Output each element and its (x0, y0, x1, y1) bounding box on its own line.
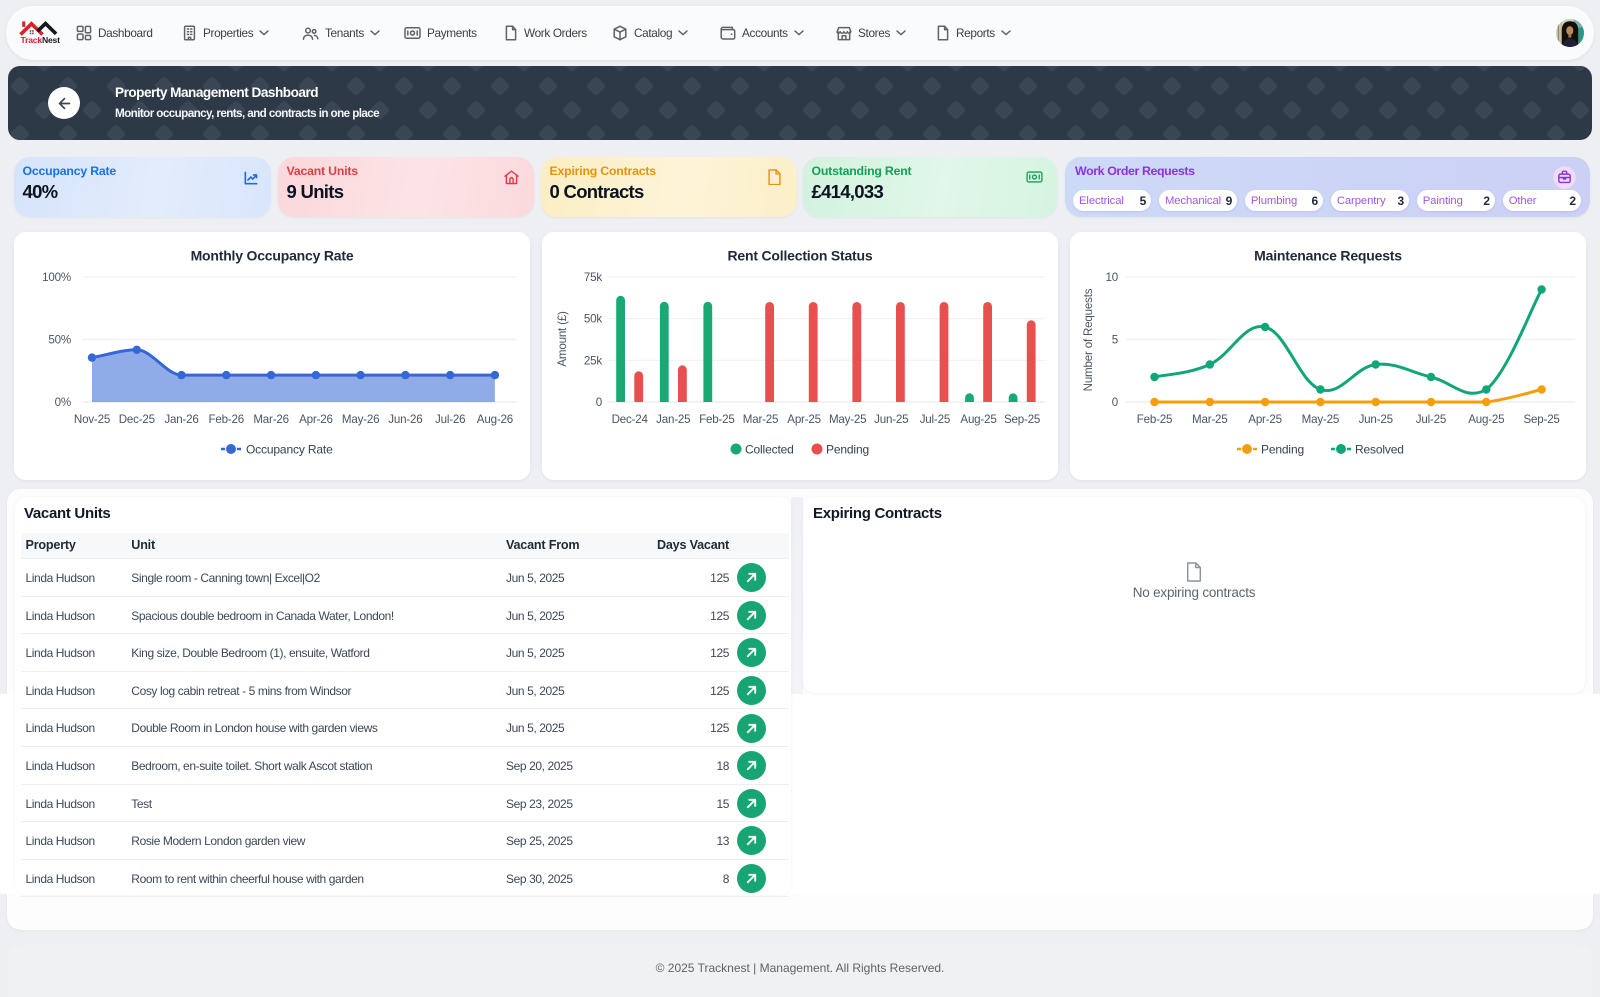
svg-text:Aug-25: Aug-25 (1468, 413, 1504, 426)
svg-text:Maintenance Requests: Maintenance Requests (1254, 248, 1402, 264)
svg-text:0: 0 (595, 396, 601, 409)
svg-text:Jan-25: Jan-25 (656, 413, 690, 426)
svg-text:5: 5 (1111, 334, 1117, 347)
svg-text:Dec-24: Dec-24 (611, 413, 648, 426)
svg-text:Aug-26: Aug-26 (476, 413, 512, 426)
svg-text:Apr-26: Apr-26 (299, 413, 333, 426)
svg-text:May-25: May-25 (1301, 413, 1338, 426)
svg-text:Mar-26: Mar-26 (253, 413, 289, 426)
svg-text:25k: 25k (583, 354, 601, 367)
svg-text:Sep-25: Sep-25 (1523, 413, 1559, 426)
svg-text:Pending: Pending (1261, 443, 1304, 457)
svg-text:Aug-25: Aug-25 (960, 413, 996, 426)
svg-text:Mar-25: Mar-25 (742, 413, 778, 426)
svg-text:Feb-26: Feb-26 (208, 413, 244, 426)
svg-text:Feb-25: Feb-25 (1136, 413, 1172, 426)
svg-text:Nov-25: Nov-25 (73, 413, 109, 426)
svg-text:May-25: May-25 (828, 413, 865, 426)
svg-text:Jan-26: Jan-26 (164, 413, 198, 426)
svg-text:75k: 75k (583, 271, 601, 284)
svg-text:Jun-26: Jun-26 (388, 413, 422, 426)
svg-text:Collected: Collected (745, 443, 794, 457)
svg-text:Pending: Pending (826, 443, 869, 457)
svg-text:Apr-25: Apr-25 (1248, 413, 1282, 426)
svg-text:0: 0 (1111, 396, 1117, 409)
svg-text:Monthly Occupancy Rate: Monthly Occupancy Rate (190, 248, 353, 264)
svg-text:Dec-25: Dec-25 (118, 413, 154, 426)
svg-text:Jul-25: Jul-25 (919, 413, 949, 426)
svg-text:TrackNest: TrackNest (21, 35, 61, 45)
svg-text:50k: 50k (583, 313, 601, 326)
svg-text:Feb-25: Feb-25 (699, 413, 735, 426)
svg-text:50%: 50% (48, 334, 71, 347)
svg-text:Jul-26: Jul-26 (435, 413, 465, 426)
svg-text:Number of Requests: Number of Requests (1082, 288, 1095, 391)
svg-text:Jul-25: Jul-25 (1415, 413, 1445, 426)
svg-text:Jun-25: Jun-25 (874, 413, 908, 426)
svg-text:May-26: May-26 (341, 413, 378, 426)
svg-text:Resolved: Resolved (1355, 443, 1404, 457)
svg-text:Amount (£): Amount (£) (556, 311, 569, 367)
svg-text:0%: 0% (54, 396, 70, 409)
svg-text:Rent Collection Status: Rent Collection Status (727, 248, 872, 264)
svg-text:Sep-25: Sep-25 (1004, 413, 1040, 426)
svg-text:Mar-25: Mar-25 (1192, 413, 1228, 426)
svg-text:Occupancy Rate: Occupancy Rate (246, 443, 333, 457)
svg-text:10: 10 (1105, 271, 1118, 284)
svg-text:100%: 100% (42, 271, 71, 284)
svg-text:Jun-25: Jun-25 (1358, 413, 1392, 426)
svg-text:Apr-25: Apr-25 (787, 413, 821, 426)
